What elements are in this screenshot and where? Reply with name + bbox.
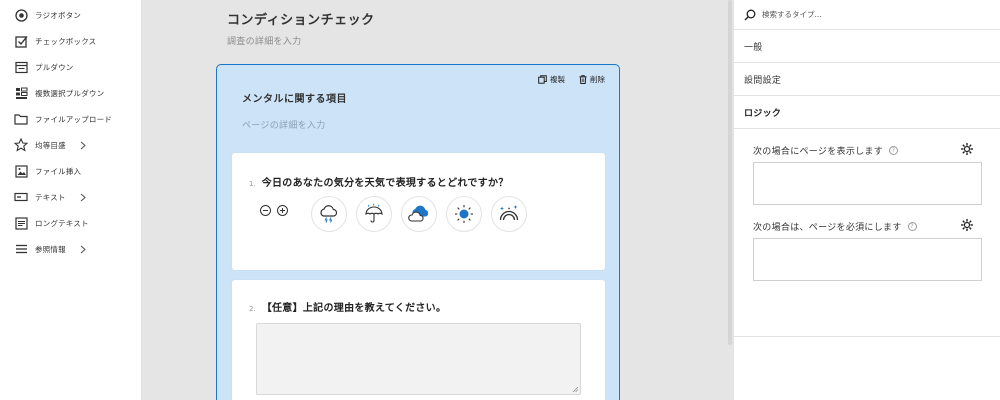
page-title[interactable]: メンタルに関する項目 [242,90,347,105]
survey-description-input[interactable]: 調査の詳細を入力 [227,34,301,47]
canvas-scrollbar[interactable] [728,0,732,345]
tab-general[interactable]: 一般 [734,30,1000,63]
show-condition-label: 次の場合にページを表示します ? [753,144,899,157]
show-condition-input[interactable] [753,162,982,205]
page-description-input[interactable]: ページの詳細を入力 [242,118,326,131]
required-condition-label: 次の場合は、ページを必須にします ? [753,220,917,233]
umbrella-rain-icon[interactable] [356,196,392,232]
question-number: 1. [249,180,256,188]
sidebar-item-label: テキスト [35,192,66,202]
sidebar-item-dropdown[interactable]: プルダウン [0,54,141,80]
image-icon [14,164,28,178]
survey-title[interactable]: コンディションチェック [227,9,375,28]
page-card-actions: 複製 削除 [538,74,605,85]
answer-textarea[interactable] [256,323,581,395]
help-icon[interactable]: ? [907,222,917,231]
dropdown-icon [14,60,28,74]
thunderstorm-icon[interactable] [311,196,347,232]
sidebar-item-label: 参照情報 [35,244,66,254]
sidebar-item-radio[interactable]: ラジオボタン [0,2,141,28]
search-input[interactable] [762,10,962,19]
chevron-right-icon [80,192,88,202]
radio-icon [14,8,28,22]
delete-button[interactable]: 削除 [579,74,605,85]
sidebar-item-text[interactable]: テキスト [0,184,141,210]
chevron-right-icon [80,244,88,254]
sidebar-item-multi-dropdown[interactable]: 複数選択プルダウン [0,80,141,106]
properties-panel: 一般 設問設定 ロジック 次の場合にページを表示します ? 次の場合は、ページを… [733,0,1000,400]
tab-question-settings[interactable]: 設問設定 [734,63,1000,96]
tab-logic[interactable]: ロジック [734,96,1000,129]
weather-options [311,196,527,232]
sidebar-item-checkbox[interactable]: チェックボックス [0,28,141,54]
question-type-sidebar: ラジオボタン チェックボックス プルダウン 複数選択プルダウン ファイルアップロ… [0,0,142,400]
copy-icon [538,75,547,84]
required-condition-input[interactable] [753,238,982,281]
search-icon [744,9,756,20]
help-icon[interactable]: ? [889,146,899,155]
sidebar-item-label: チェックボックス [35,36,97,46]
sidebar-item-label: 複数選択プルダウン [35,88,105,98]
gear-icon[interactable] [960,142,974,156]
survey-canvas: コンディションチェック 調査の詳細を入力 複製 削除 メンタルに関する項目 ペー… [142,0,732,400]
zoom-out-icon[interactable] [260,205,271,216]
sidebar-item-label: ファイル挿入 [35,166,82,176]
sidebar-item-file-insert[interactable]: ファイル挿入 [0,158,141,184]
panel-search [734,0,1000,30]
question-card[interactable]: 2. 【任意】上記の理由を教えてください。 [232,280,605,400]
folder-icon [14,112,28,126]
sunny-icon[interactable] [446,196,482,232]
sidebar-item-label: 均等目盛 [35,140,66,150]
sidebar-item-long-text[interactable]: ロングテキスト [0,210,141,236]
copy-button[interactable]: 複製 [538,74,565,85]
text-field-icon [14,190,28,204]
zoom-in-icon[interactable] [277,205,288,216]
sidebar-item-label: ラジオボタン [35,10,82,20]
sidebar-item-label: ファイルアップロード [35,114,112,124]
sidebar-item-rating-scale[interactable]: 均等目盛 [0,132,141,158]
question-text[interactable]: 今日のあなたの気分を天気で表現するとどれですか？ [262,174,509,189]
question-card[interactable]: 1. 今日のあなたの気分を天気で表現するとどれですか？ [232,153,605,270]
resize-handle-icon[interactable] [572,386,578,392]
copy-label: 複製 [550,75,565,84]
sidebar-item-file-upload[interactable]: ファイルアップロード [0,106,141,132]
sidebar-item-label: ロングテキスト [35,218,89,228]
page-card[interactable]: 複製 削除 メンタルに関する項目 ページの詳細を入力 1. 今日のあなたの気分を… [216,64,620,400]
logic-settings: 次の場合にページを表示します ? 次の場合は、ページを必須にします ? [734,129,1000,337]
gear-icon[interactable] [960,218,974,232]
star-icon [14,138,28,152]
menu-icon [14,242,28,256]
sidebar-item-reference-info[interactable]: 参照情報 [0,236,141,262]
delete-label: 削除 [590,75,605,84]
checkbox-icon [14,34,28,48]
show-condition-text: 次の場合にページを表示します [753,147,884,157]
chevron-right-icon [80,140,88,150]
question-text[interactable]: 【任意】上記の理由を教えてください。 [262,299,447,314]
multi-dropdown-icon [14,86,28,100]
cloudy-icon[interactable] [401,196,437,232]
question-number: 2. [249,305,256,313]
zoom-controls [260,205,288,216]
rainbow-icon[interactable] [491,196,527,232]
required-condition-text: 次の場合は、ページを必須にします [753,223,902,233]
sidebar-item-label: プルダウン [35,62,74,72]
long-text-icon [14,216,28,230]
question-header: 1. 今日のあなたの気分を天気で表現するとどれですか？ [249,174,509,189]
question-header: 2. 【任意】上記の理由を教えてください。 [249,299,446,314]
trash-icon [579,75,587,84]
